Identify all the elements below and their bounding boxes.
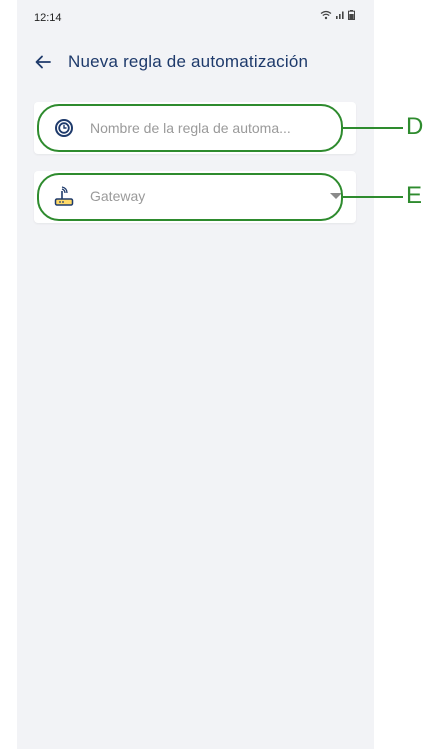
page-title: Nueva regla de automatización — [68, 52, 309, 71]
annotation-label-e: E — [406, 182, 423, 209]
status-time: 12:14 — [34, 12, 62, 24]
router-icon — [52, 185, 76, 209]
gateway-placeholder: Gateway — [90, 188, 146, 204]
rule-name-field[interactable] — [34, 102, 356, 154]
rule-name-input[interactable] — [90, 116, 340, 140]
signal-icon — [336, 11, 344, 19]
chevron-down-icon[interactable] — [330, 193, 342, 199]
wifi-icon — [320, 10, 332, 20]
gateway-select[interactable]: Gateway — [34, 171, 356, 223]
app-screen: 12:14 Nueva regla de automatización Nomb… — [17, 0, 374, 749]
battery-icon — [348, 10, 355, 20]
app-bar: Nueva regla de automatización — [17, 42, 374, 82]
timer-icon — [52, 116, 76, 140]
back-button[interactable] — [31, 50, 55, 74]
status-icons — [320, 10, 355, 20]
arrow-left-icon — [35, 55, 51, 69]
annotation-label-d: D — [406, 113, 424, 140]
status-bar: 12:14 — [17, 0, 374, 34]
